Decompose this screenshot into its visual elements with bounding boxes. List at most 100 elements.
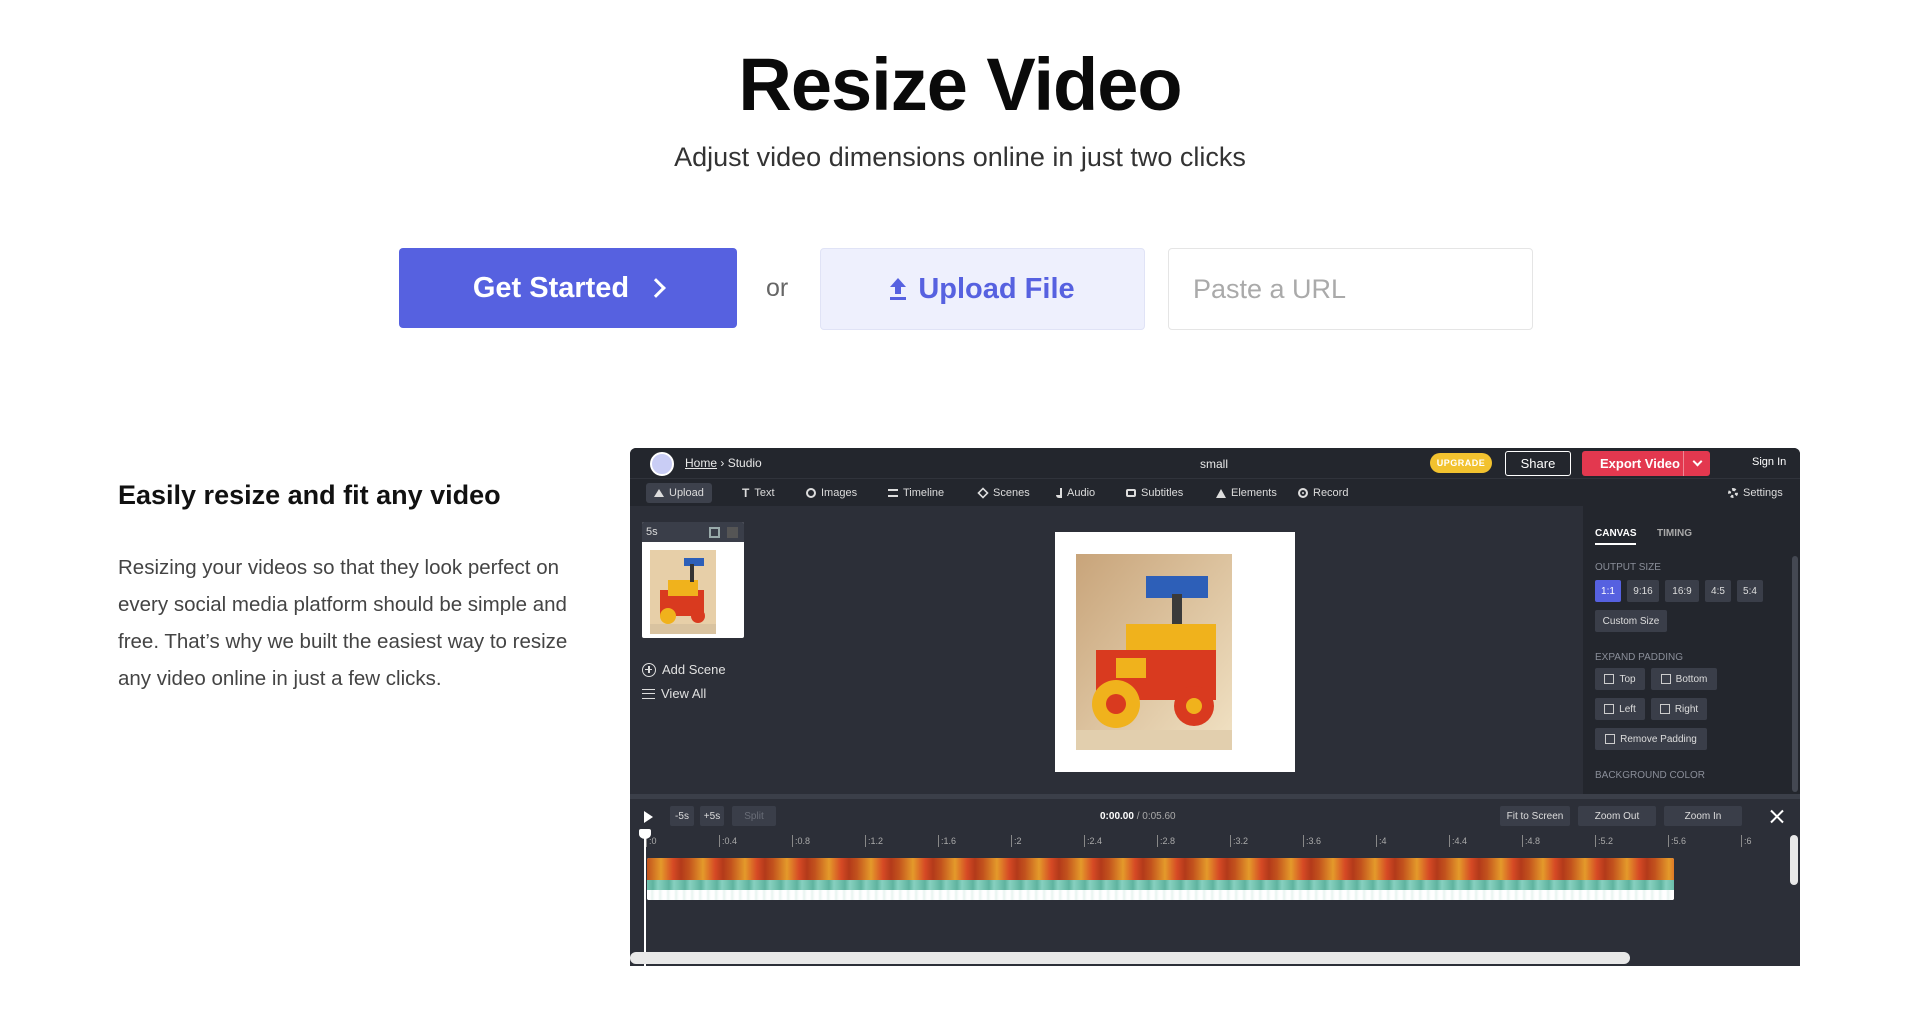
tool-settings-label: Settings xyxy=(1743,487,1783,499)
scene-card-header: 5s xyxy=(642,522,744,542)
studio-toolbar: Upload T Text Images Timeline Scenes Audi… xyxy=(630,478,1800,506)
duplicate-icon[interactable] xyxy=(709,527,720,538)
pad-right-label: Right xyxy=(1674,703,1699,715)
ratio-9-16-button[interactable]: 9:16 xyxy=(1627,580,1659,602)
upload-file-label: Upload File xyxy=(918,272,1075,305)
timeline-panel: -5s +5s Split 0:00.00 / 0:05.60 Fit to S… xyxy=(630,799,1800,966)
playhead-handle[interactable] xyxy=(639,829,651,966)
timecode: 0:00.00 / 0:05.60 xyxy=(1100,811,1176,822)
tool-images[interactable]: Images xyxy=(798,483,865,503)
tick-label: :1.2 xyxy=(865,835,883,847)
close-icon[interactable] xyxy=(1770,809,1784,823)
scene-card[interactable]: 5s xyxy=(642,522,744,638)
list-icon xyxy=(642,688,655,699)
chevron-down-icon[interactable] xyxy=(1692,456,1703,467)
add-scene-button[interactable]: Add Scene xyxy=(642,662,726,677)
zoom-in-button[interactable]: Zoom In xyxy=(1664,806,1742,826)
upload-file-button[interactable]: Upload File xyxy=(820,248,1145,330)
feature-heading: Easily resize and fit any video xyxy=(118,480,501,510)
checkbox-icon xyxy=(1605,734,1616,744)
page-title: Resize Video xyxy=(738,43,1182,126)
pad-bottom-checkbox[interactable]: Bottom xyxy=(1651,668,1717,690)
tool-images-label: Images xyxy=(821,487,858,499)
breadcrumb-home[interactable]: Home xyxy=(685,456,717,470)
pad-left-label: Left xyxy=(1619,703,1636,715)
tool-timeline[interactable]: Timeline xyxy=(880,483,952,503)
tick-label: :3.2 xyxy=(1230,835,1248,847)
timeline-ruler[interactable]: :0 :0.4 :0.8 :1.2 :1.6 :2 :2.4 :2.8 :3.2… xyxy=(646,835,1752,849)
tool-scenes[interactable]: Scenes xyxy=(970,483,1038,503)
play-icon[interactable] xyxy=(644,811,653,823)
video-canvas[interactable] xyxy=(1055,532,1295,772)
tick-label: :2.8 xyxy=(1157,835,1175,847)
app-logo[interactable] xyxy=(650,452,674,476)
get-started-label: Get Started xyxy=(472,271,630,304)
tool-record[interactable]: Record xyxy=(1290,483,1356,503)
subtitles-icon xyxy=(1126,489,1136,497)
rewind-5s-button[interactable]: -5s xyxy=(670,806,694,826)
tab-canvas[interactable]: CANVAS xyxy=(1595,528,1637,545)
pad-left-checkbox[interactable]: Left xyxy=(1595,698,1645,720)
split-button[interactable]: Split xyxy=(732,806,776,826)
view-all-button[interactable]: View All xyxy=(642,686,706,701)
checkbox-icon xyxy=(1660,674,1671,684)
get-started-button[interactable]: Get Started xyxy=(399,248,737,328)
ratio-5-4-button[interactable]: 5:4 xyxy=(1737,580,1763,602)
share-button[interactable]: Share xyxy=(1505,451,1571,476)
project-name[interactable]: small xyxy=(1200,457,1228,471)
timeline-horizontal-scrollbar[interactable] xyxy=(630,952,1630,964)
remove-padding-checkbox[interactable]: Remove Padding xyxy=(1595,728,1707,750)
pad-top-label: Top xyxy=(1619,673,1636,685)
breadcrumb-current: Studio xyxy=(727,456,762,470)
tool-elements-label: Elements xyxy=(1231,487,1277,499)
feature-body: Resizing your videos so that they look p… xyxy=(118,556,568,690)
zoom-out-button[interactable]: Zoom Out xyxy=(1578,806,1656,826)
tool-upload[interactable]: Upload xyxy=(646,483,712,503)
tick-label: :2 xyxy=(1011,835,1022,847)
plus-circle-icon xyxy=(642,662,656,677)
canvas-settings-panel: CANVAS TIMING OUTPUT SIZE 1:1 9:16 16:9 … xyxy=(1583,506,1800,794)
upgrade-button[interactable]: UPGRADE xyxy=(1430,453,1492,473)
fit-to-screen-button[interactable]: Fit to Screen xyxy=(1500,806,1570,826)
page-subtitle: Adjust video dimensions online in just t… xyxy=(674,142,1246,172)
paste-url-input[interactable] xyxy=(1168,248,1533,330)
export-video-button[interactable]: Export Video xyxy=(1582,451,1710,476)
export-video-label: Export Video xyxy=(1600,456,1680,471)
chevron-right-icon xyxy=(646,278,667,298)
tab-timing[interactable]: TIMING xyxy=(1657,528,1692,539)
tool-upload-label: Upload xyxy=(669,487,704,499)
video-track[interactable] xyxy=(647,858,1674,900)
tick-label: :4.4 xyxy=(1449,835,1467,847)
pad-right-checkbox[interactable]: Right xyxy=(1651,698,1707,720)
forward-5s-button[interactable]: +5s xyxy=(700,806,724,826)
pad-top-checkbox[interactable]: Top xyxy=(1595,668,1645,690)
tool-subtitles[interactable]: Subtitles xyxy=(1118,483,1191,503)
timeline-vertical-scrollbar[interactable] xyxy=(1790,835,1798,885)
ratio-4-5-button[interactable]: 4:5 xyxy=(1705,580,1731,602)
tool-subtitles-label: Subtitles xyxy=(1141,487,1184,499)
tool-settings[interactable]: Settings xyxy=(1720,483,1791,503)
export-divider xyxy=(1683,451,1684,476)
search-icon xyxy=(806,488,816,498)
tick-label: :4.8 xyxy=(1522,835,1540,847)
ratio-16-9-button[interactable]: 16:9 xyxy=(1665,580,1699,602)
video-frames-strip xyxy=(647,858,1674,880)
tick-label: :1.6 xyxy=(938,835,956,847)
studio-screenshot: Home › Studio small UPGRADE Share Export… xyxy=(630,448,1800,966)
tick-label: :0.4 xyxy=(719,835,737,847)
sign-in-link[interactable]: Sign In xyxy=(1752,456,1786,468)
tool-text[interactable]: T Text xyxy=(734,483,783,503)
breadcrumb-separator: › xyxy=(720,456,725,470)
pad-bottom-label: Bottom xyxy=(1675,673,1708,685)
current-time: 0:00.00 xyxy=(1100,811,1134,822)
tool-audio[interactable]: Audio xyxy=(1048,483,1103,503)
tool-timeline-label: Timeline xyxy=(903,487,945,499)
ratio-1-1-button[interactable]: 1:1 xyxy=(1595,580,1621,602)
tool-text-label: Text xyxy=(754,487,775,499)
custom-size-button[interactable]: Custom Size xyxy=(1595,610,1667,632)
trash-icon[interactable] xyxy=(727,527,738,538)
background-color-label: BACKGROUND COLOR xyxy=(1595,770,1706,781)
tool-elements[interactable]: Elements xyxy=(1208,483,1285,503)
panel-scrollbar[interactable] xyxy=(1792,556,1798,792)
upload-icon xyxy=(890,278,907,300)
